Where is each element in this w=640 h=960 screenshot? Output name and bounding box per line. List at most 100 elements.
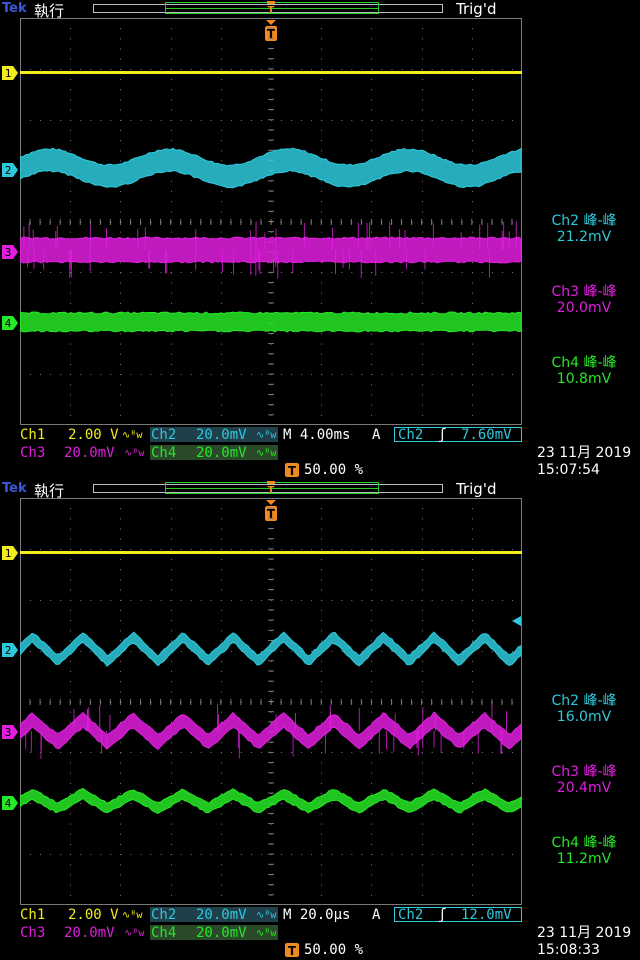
svg-text:1: 1 bbox=[5, 547, 12, 560]
trigger-mode: A bbox=[372, 427, 381, 443]
ch1-ground-marker[interactable]: 1 bbox=[2, 546, 18, 560]
svg-text:T: T bbox=[288, 944, 297, 957]
trigger-status: Trig'd bbox=[456, 0, 497, 18]
trigger-source[interactable]: Ch2 bbox=[398, 907, 423, 923]
svg-text:2: 2 bbox=[5, 164, 12, 177]
ch3-pk-pk-measurement: Ch3 峰-峰 20.0mV bbox=[528, 284, 640, 316]
ch2-pk-pk-measurement: Ch2 峰-峰 21.2mV bbox=[528, 213, 640, 245]
svg-text:4: 4 bbox=[5, 797, 12, 810]
ch1-label[interactable]: Ch1 bbox=[20, 907, 45, 923]
ch3-pk-pk-measurement: Ch3 峰-峰 20.4mV bbox=[528, 764, 640, 796]
ch4-pk-pk-measurement: Ch4 峰-峰 11.2mV bbox=[528, 835, 640, 867]
waveform-graticule[interactable] bbox=[20, 18, 522, 425]
horizontal-timebase[interactable]: M 4.00ms bbox=[283, 427, 350, 443]
ch2-ground-marker[interactable]: 2 bbox=[2, 643, 18, 657]
measurement-value: 10.8mV bbox=[556, 371, 612, 387]
measurement-label: Ch2 峰-峰 bbox=[551, 693, 617, 709]
trigger-status: Trig'd bbox=[456, 480, 497, 498]
capture-time: 15:07:54 bbox=[537, 462, 600, 478]
ch2-pk-pk-measurement: Ch2 峰-峰 16.0mV bbox=[528, 693, 640, 725]
trigger-position-percent[interactable]: 50.00 % bbox=[304, 462, 363, 478]
ch4-pk-pk-measurement: Ch4 峰-峰 10.8mV bbox=[528, 355, 640, 387]
trigger-position-icon: T bbox=[285, 943, 299, 957]
ch4-trace bbox=[20, 311, 522, 333]
capture-date: 23 11月 2019 bbox=[537, 925, 632, 941]
svg-text:T: T bbox=[268, 485, 275, 496]
trigger-source[interactable]: Ch2 bbox=[398, 427, 423, 443]
ch3-trace bbox=[20, 236, 522, 264]
ch3-label[interactable]: Ch3 bbox=[20, 445, 45, 461]
ch2-label[interactable]: Ch2 bbox=[151, 907, 176, 923]
bandwidth-limit-mark: ∿ᴮw bbox=[124, 448, 145, 459]
ch1-trace bbox=[20, 551, 522, 554]
ch1-trace bbox=[20, 71, 522, 74]
ch1-label[interactable]: Ch1 bbox=[20, 427, 45, 443]
svg-text:T: T bbox=[288, 464, 297, 477]
bandwidth-limit-mark: ∿ᴮw bbox=[256, 448, 277, 459]
waveform-traces bbox=[20, 551, 522, 814]
ch4-trace bbox=[20, 787, 522, 814]
horizontal-timebase[interactable]: M 20.0µs bbox=[283, 907, 350, 923]
bandwidth-limit-mark: ∿ᴮw bbox=[256, 910, 277, 921]
ch4-scale[interactable]: 20.0mV bbox=[196, 925, 247, 941]
ch4-ground-marker[interactable]: 4 bbox=[2, 796, 18, 810]
ch2-trace bbox=[20, 631, 522, 667]
ch1-ground-marker[interactable]: 1 bbox=[2, 66, 18, 80]
ch2-scale[interactable]: 20.0mV bbox=[196, 907, 247, 923]
trigger-level[interactable]: 7.60mV bbox=[461, 427, 512, 443]
ch1-scale[interactable]: 2.00 V bbox=[68, 907, 119, 923]
trigger-mode: A bbox=[372, 907, 381, 923]
ch1-scale[interactable]: 2.00 V bbox=[68, 427, 119, 443]
measurement-value: 16.0mV bbox=[556, 709, 612, 725]
bandwidth-limit-mark: ∿ᴮw bbox=[256, 430, 277, 441]
scope-capture-1: Tek 執行 T Trig'd T 1 2 3 4 Ch2 峰-峰 21.2mV… bbox=[0, 0, 640, 480]
ch4-label[interactable]: Ch4 bbox=[151, 445, 176, 461]
trigger-position-percent[interactable]: 50.00 % bbox=[304, 942, 363, 958]
ch4-ground-marker[interactable]: 4 bbox=[2, 316, 18, 330]
trigger-slope-icon: ʃ bbox=[438, 907, 447, 923]
ch2-label[interactable]: Ch2 bbox=[151, 427, 176, 443]
trigger-level[interactable]: 12.0mV bbox=[461, 907, 512, 923]
measurement-label: Ch4 峰-峰 bbox=[551, 835, 617, 851]
ch3-scale[interactable]: 20.0mV bbox=[64, 925, 115, 941]
capture-date: 23 11月 2019 bbox=[537, 445, 632, 461]
measurement-label: Ch4 峰-峰 bbox=[551, 355, 617, 371]
ch2-ground-marker[interactable]: 2 bbox=[2, 163, 18, 177]
bandwidth-limit-mark: ∿ᴮw bbox=[122, 430, 143, 441]
measurement-label: Ch3 峰-峰 bbox=[551, 284, 617, 300]
top-status-bar: Tek 執行 T Trig'd bbox=[0, 480, 640, 500]
bandwidth-limit-mark: ∿ᴮw bbox=[124, 928, 145, 939]
ch4-label[interactable]: Ch4 bbox=[151, 925, 176, 941]
measurement-label: Ch3 峰-峰 bbox=[551, 764, 617, 780]
measurement-value: 20.4mV bbox=[556, 780, 612, 796]
trigger-level-arrow-icon bbox=[512, 616, 521, 626]
capture-time: 15:08:33 bbox=[537, 942, 600, 958]
svg-text:4: 4 bbox=[5, 317, 12, 330]
bandwidth-limit-mark: ∿ᴮw bbox=[256, 928, 277, 939]
top-status-bar: Tek 執行 T Trig'd bbox=[0, 0, 640, 20]
svg-text:3: 3 bbox=[5, 726, 12, 739]
measurement-value: 11.2mV bbox=[556, 851, 612, 867]
ch3-ground-marker[interactable]: 3 bbox=[2, 245, 18, 259]
waveform-traces bbox=[20, 71, 522, 333]
waveform-graticule[interactable] bbox=[20, 498, 522, 905]
tek-logo: Tek bbox=[2, 481, 27, 496]
svg-text:3: 3 bbox=[5, 246, 12, 259]
measurement-value: 20.0mV bbox=[556, 300, 612, 316]
trigger-position-icon: T bbox=[267, 481, 275, 496]
ch4-scale[interactable]: 20.0mV bbox=[196, 445, 247, 461]
measurement-label: Ch2 峰-峰 bbox=[551, 213, 617, 229]
ch3-scale[interactable]: 20.0mV bbox=[64, 445, 115, 461]
ch2-scale[interactable]: 20.0mV bbox=[196, 427, 247, 443]
trigger-slope-icon: ʃ bbox=[438, 427, 447, 443]
ch3-ground-marker[interactable]: 3 bbox=[2, 725, 18, 739]
ch3-trace bbox=[20, 711, 522, 751]
ch2-trace bbox=[20, 147, 522, 189]
ch3-label[interactable]: Ch3 bbox=[20, 925, 45, 941]
measurement-value: 21.2mV bbox=[556, 229, 612, 245]
svg-text:1: 1 bbox=[5, 67, 12, 80]
trigger-position-icon: T bbox=[285, 463, 299, 477]
bandwidth-limit-mark: ∿ᴮw bbox=[122, 910, 143, 921]
tek-logo: Tek bbox=[2, 1, 27, 16]
scope-capture-2: Tek 執行 T Trig'd T 1 2 3 4 Ch2 峰-峰 16.0mV… bbox=[0, 480, 640, 960]
